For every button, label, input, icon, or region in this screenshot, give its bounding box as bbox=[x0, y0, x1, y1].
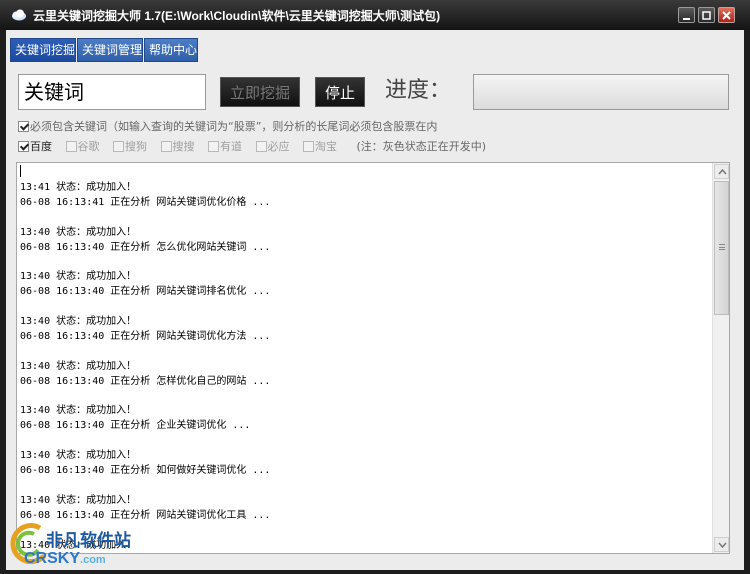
watermark-text: 非凡软件站 bbox=[46, 531, 131, 551]
watermark-url-main: CRSKY bbox=[24, 550, 81, 567]
grip-icon bbox=[719, 244, 725, 250]
log-line: 06-08 16:13:40 正在分析 网站关键词优化方法 ... bbox=[20, 330, 271, 342]
engine-label: 谷歌 bbox=[77, 140, 100, 153]
engine-option-youdao: 有道 bbox=[208, 138, 242, 154]
engine-option-bing: 必应 bbox=[255, 138, 290, 154]
must-include-label: 必须包含关键词（如输入查询的关键词为“股票”，则分析的长尾词必须包含股票在内 bbox=[30, 120, 438, 133]
engine-checkbox bbox=[255, 141, 267, 152]
close-icon bbox=[722, 11, 731, 20]
engine-option-soso: 搜搜 bbox=[160, 138, 195, 154]
log-content: 13:41 状态：成功加入！ 06-08 16:13:41 正在分析 网站关键词… bbox=[20, 165, 710, 553]
minimize-button[interactable] bbox=[678, 7, 695, 23]
log-line: 13:40 状态：成功加入！ bbox=[20, 226, 137, 238]
engine-label: 有道 bbox=[220, 140, 242, 153]
log-cursor-line bbox=[20, 165, 710, 181]
dig-now-button[interactable]: 立即挖掘 bbox=[220, 77, 300, 107]
log-line: 06-08 16:13:41 正在分析 网站关键词优化价格 ... bbox=[20, 196, 271, 208]
log-line: 13:40 状态：成功加入！ bbox=[20, 271, 137, 283]
minimize-icon bbox=[683, 18, 690, 20]
tab-help-center[interactable]: 帮助中心 bbox=[144, 38, 198, 62]
close-button[interactable] bbox=[718, 7, 735, 23]
log-line: 13:40 状态：成功加入！ bbox=[20, 405, 137, 417]
log-line: 06-08 16:13:40 正在分析 怎样优化自己的网站 ... bbox=[20, 375, 271, 387]
engine-options: 百度 谷歌 搜狗 搜搜 有道 必应 淘宝 (注：灰色状态正在开发中) bbox=[18, 138, 487, 154]
tab-keyword-manage[interactable]: 关键词管理 bbox=[77, 38, 143, 62]
log-line: 13:40 状态：成功加入！ bbox=[20, 360, 137, 372]
log-line: 13:40 状态：成功加入！ bbox=[20, 450, 137, 462]
log-line: 06-08 16:13:40 正在分析 网站关键词排名优化 ... bbox=[20, 286, 271, 298]
maximize-button[interactable] bbox=[698, 7, 715, 23]
scroll-up-button[interactable] bbox=[714, 164, 729, 179]
scroll-down-button[interactable] bbox=[714, 537, 729, 552]
engine-option-sogou: 搜狗 bbox=[113, 138, 147, 154]
log-line: 13:41 状态：成功加入！ bbox=[20, 181, 137, 193]
engine-label: 百度 bbox=[30, 140, 52, 153]
log-textarea[interactable]: 13:41 状态：成功加入！ 06-08 16:13:41 正在分析 网站关键词… bbox=[16, 162, 730, 554]
engine-label: 必应 bbox=[267, 140, 290, 153]
title-bar[interactable]: 云里关键词挖掘大师 1.7(E:\Work\Cloudin\软件\云里关键词挖掘… bbox=[0, 0, 750, 30]
progress-bar bbox=[473, 74, 729, 110]
progress-label: 进度： bbox=[385, 78, 452, 103]
scroll-thumb[interactable] bbox=[714, 181, 729, 315]
log-line: 06-08 16:13:40 正在分析 企业关键词优化 ... bbox=[20, 420, 251, 432]
engine-label: 搜搜 bbox=[172, 140, 195, 153]
maximize-icon bbox=[702, 11, 711, 20]
watermark-url: CRSKY.com bbox=[24, 550, 106, 568]
engine-label: 搜狗 bbox=[125, 140, 147, 153]
watermark-url-suffix: .com bbox=[80, 554, 106, 566]
main-panel: 关键词挖掘 关键词管理 帮助中心 关键词 立即挖掘 停止 进度： 必须包含关键词… bbox=[6, 30, 744, 570]
text-cursor bbox=[20, 165, 21, 177]
engine-label: 淘宝 bbox=[315, 140, 337, 153]
engine-checkbox bbox=[208, 141, 219, 152]
engine-checkbox bbox=[113, 141, 124, 152]
chevron-up-icon bbox=[718, 169, 727, 175]
tab-keyword-dig[interactable]: 关键词挖掘 bbox=[10, 38, 76, 62]
dev-note: (注：灰色状态正在开发中) bbox=[356, 140, 487, 153]
log-line: 13:40 状态：成功加入！ bbox=[20, 494, 137, 506]
watermark: 非凡软件站 CRSKY.com bbox=[2, 520, 152, 572]
engine-checkbox bbox=[160, 141, 172, 152]
engine-option-google: 谷歌 bbox=[65, 138, 100, 154]
window-title: 云里关键词挖掘大师 1.7(E:\Work\Cloudin\软件\云里关键词挖掘… bbox=[33, 9, 441, 23]
engine-checkbox bbox=[65, 141, 77, 152]
vertical-scrollbar[interactable] bbox=[712, 163, 729, 553]
log-line: 13:40 状态：成功加入！ bbox=[20, 316, 137, 328]
engine-checkbox[interactable] bbox=[18, 141, 29, 152]
engine-option-taobao: 淘宝 bbox=[303, 138, 337, 154]
must-include-option[interactable]: 必须包含关键词（如输入查询的关键词为“股票”，则分析的长尾词必须包含股票在内 bbox=[18, 118, 438, 133]
log-line: 06-08 16:13:40 正在分析 怎么优化网站关键词 ... bbox=[20, 241, 271, 253]
engine-checkbox bbox=[303, 141, 314, 152]
stop-button[interactable]: 停止 bbox=[315, 77, 365, 107]
engine-option-baidu[interactable]: 百度 bbox=[18, 138, 52, 154]
log-line: 06-08 16:13:40 正在分析 如何做好关键词优化 ... bbox=[20, 465, 271, 477]
must-include-checkbox[interactable] bbox=[18, 121, 29, 132]
keyword-input[interactable]: 关键词 bbox=[18, 74, 206, 110]
chevron-down-icon bbox=[718, 542, 727, 548]
cloud-icon bbox=[12, 9, 26, 21]
